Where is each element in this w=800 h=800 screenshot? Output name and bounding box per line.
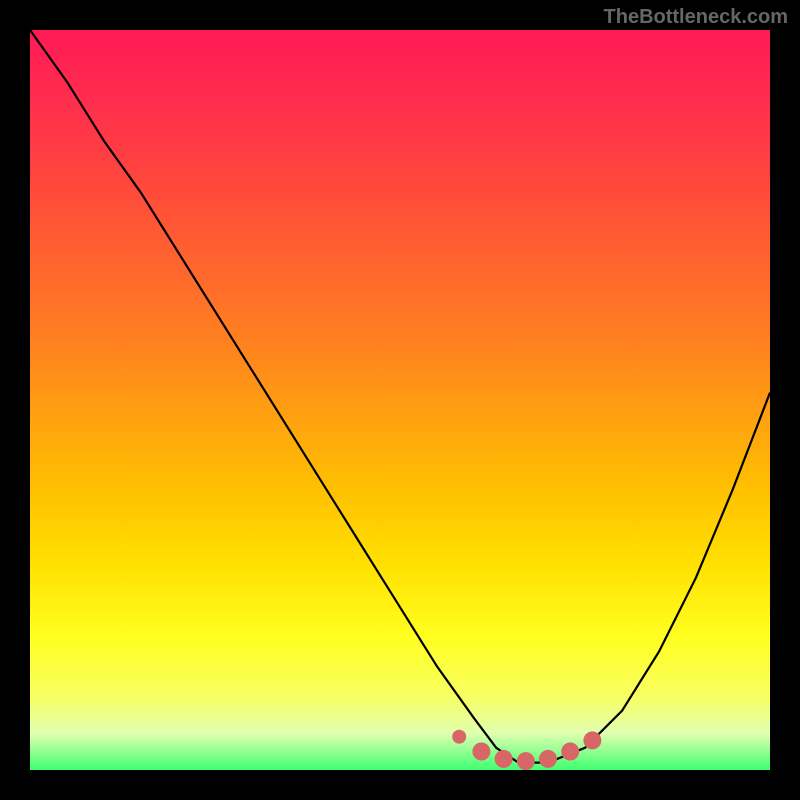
chart-plot-area — [30, 30, 770, 770]
marker-points — [30, 30, 770, 770]
watermark-text: TheBottleneck.com — [604, 6, 788, 29]
bottleneck-curve — [30, 30, 770, 770]
